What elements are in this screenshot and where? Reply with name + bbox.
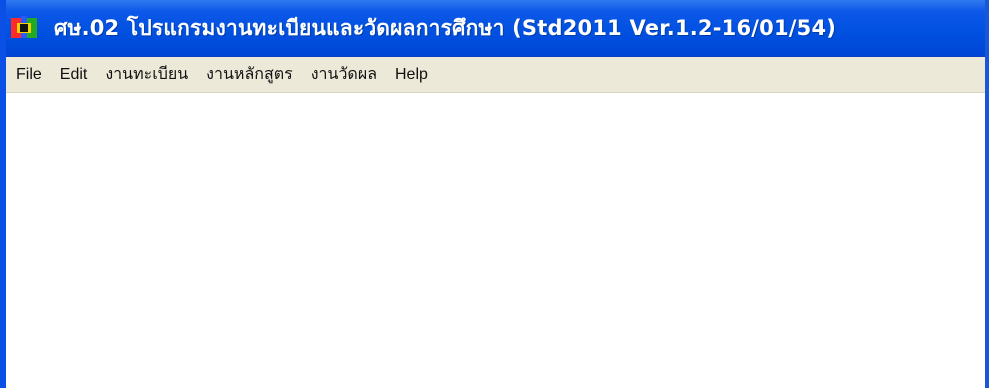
window-title: ศษ.02 โปรแกรมงานทะเบียนและวัดผลการศึกษา … bbox=[54, 15, 837, 40]
menu-assessment[interactable]: งานวัดผล bbox=[311, 59, 377, 90]
menu-registration[interactable]: งานทะเบียน bbox=[105, 59, 188, 90]
app-window: ศษ.02 โปรแกรมงานทะเบียนและวัดผลการศึกษา … bbox=[0, 0, 989, 388]
menu-help[interactable]: Help bbox=[395, 63, 428, 87]
application-icon[interactable] bbox=[10, 14, 38, 42]
menu-curriculum[interactable]: งานหลักสูตร bbox=[206, 59, 293, 90]
title-bar[interactable]: ศษ.02 โปรแกรมงานทะเบียนและวัดผลการศึกษา … bbox=[0, 0, 989, 57]
menu-edit[interactable]: Edit bbox=[60, 63, 88, 87]
menu-bar: File Edit งานทะเบียน งานหลักสูตร งานวัดผ… bbox=[0, 57, 989, 93]
workspace-area bbox=[0, 94, 989, 388]
menu-file[interactable]: File bbox=[16, 63, 42, 87]
